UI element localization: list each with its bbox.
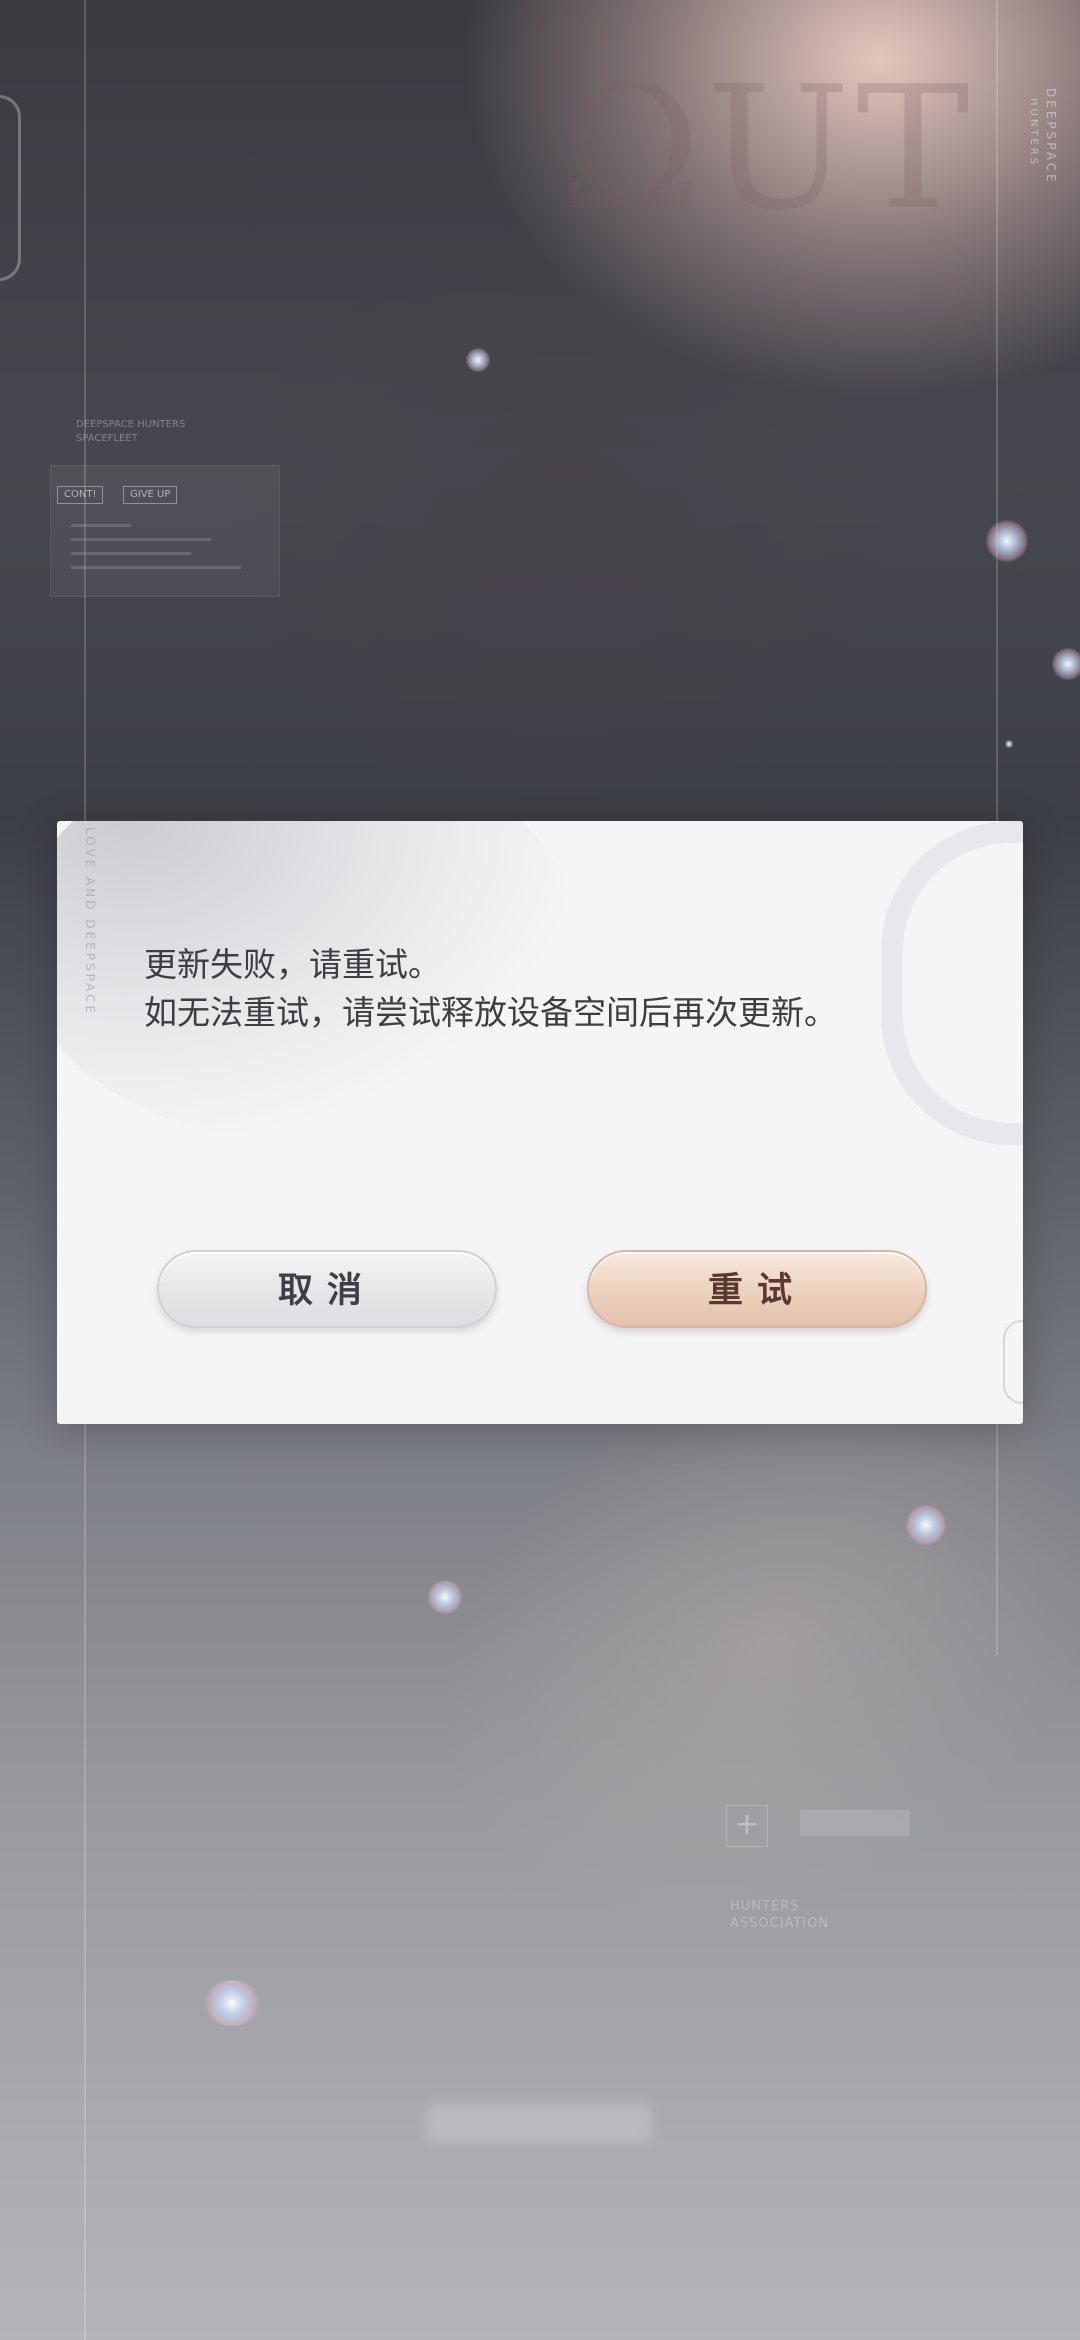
background-panel-line — [71, 552, 191, 555]
background-title-line: HUNTERS — [730, 1899, 800, 1914]
sparkle-icon — [1005, 740, 1013, 748]
sparkle-icon — [204, 1980, 260, 2026]
update-failed-dialog: LOVE AND DEEPSPACE 更新失败，请重试。 如无法重试，请尝试释放… — [57, 821, 1023, 1424]
background-panel-line — [71, 538, 211, 541]
background-panel-line — [71, 524, 131, 527]
sparkle-icon — [428, 1580, 462, 1614]
dialog-message: 更新失败，请重试。 如无法重试，请尝试释放设备空间后再次更新。 — [144, 941, 924, 1037]
sparkle-icon — [906, 1505, 946, 1545]
background-info-panel: CONT! GIVE UP — [50, 465, 280, 597]
background-label-box — [800, 1810, 910, 1836]
side-brand-subtext: HUNTERS — [1028, 98, 1039, 168]
background-caption-1: DEEPSPACE HUNTERS — [76, 419, 186, 430]
hexagon-frame-icon — [0, 95, 21, 281]
background-chip-give-up: GIVE UP — [123, 486, 178, 504]
dialog-message-line-2: 如无法重试，请尝试释放设备空间后再次更新。 — [144, 993, 837, 1032]
dialog-message-line-1: 更新失败，请重试。 — [144, 945, 441, 984]
cancel-button[interactable]: 取消 — [157, 1250, 497, 1328]
sparkle-icon — [466, 348, 490, 372]
background-title-line: ASSOCIATION — [730, 1916, 830, 1931]
background-progress-glow — [428, 2104, 650, 2142]
background-panel-line — [71, 566, 241, 569]
background-association-title: HUNTERS ASSOCIATION — [730, 1898, 829, 1932]
dialog-corner-decoration — [1003, 1320, 1023, 1404]
background-logo-mark: ΩUT — [560, 50, 976, 248]
sparkle-icon — [1052, 648, 1080, 680]
background-caption-2: SPACEFLEET — [76, 433, 138, 444]
side-brand-text: DEEPSPACE — [1044, 88, 1058, 185]
dialog-side-text: LOVE AND DEEPSPACE — [83, 827, 97, 1017]
retry-button[interactable]: 重试 — [587, 1250, 927, 1328]
background-chip-continue: CONT! — [57, 486, 104, 504]
sparkle-icon — [986, 520, 1028, 562]
plus-icon: + — [726, 1805, 768, 1847]
